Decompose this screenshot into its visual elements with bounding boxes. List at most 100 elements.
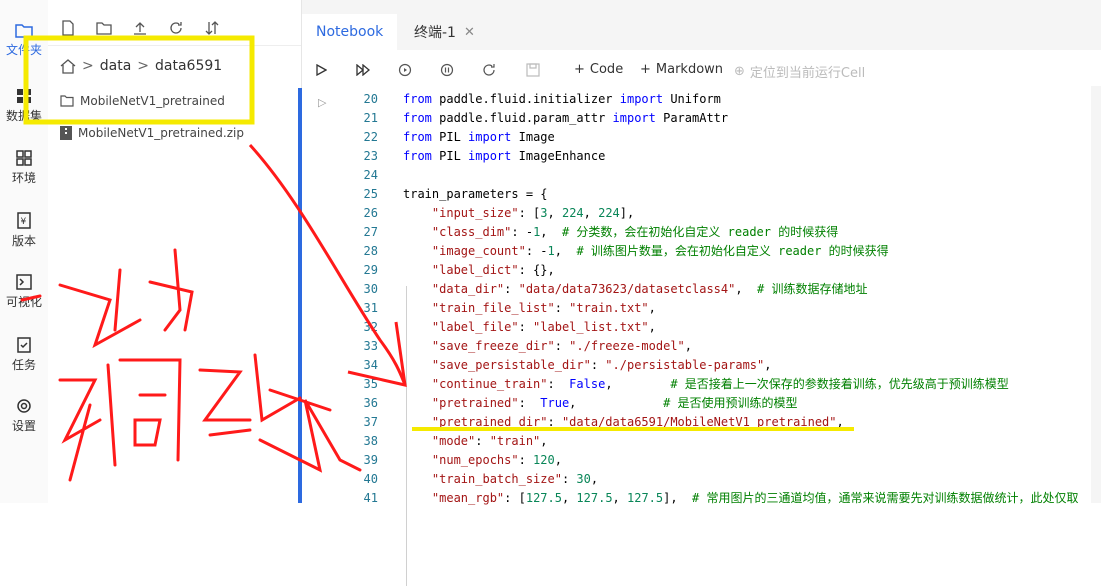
nav-label: 设置 (11, 419, 36, 433)
breadcrumb-separator: > (82, 58, 94, 74)
code-text: train_parameters = { (403, 187, 548, 201)
line-number: 37 (363, 415, 378, 429)
panel-splitter[interactable] (298, 88, 302, 503)
breadcrumb-data6591[interactable]: data6591 (155, 58, 222, 74)
plus-icon: + (640, 62, 651, 77)
line-number: 36 (363, 396, 378, 410)
nav-item-files[interactable]: 文件夹 (0, 22, 48, 58)
restart-run-icon[interactable] (398, 63, 412, 77)
terminal-icon (16, 274, 32, 290)
nav-label: 环境 (11, 171, 36, 185)
nav-label: 可视化 (5, 295, 42, 309)
target-icon: ⊕ (734, 64, 745, 79)
code-text: from PIL import Image (403, 130, 555, 144)
locate-cell-button[interactable]: ⊕ 定位到当前运行Cell (734, 62, 865, 81)
file-name: MobileNetV1_pretrained.zip (78, 126, 244, 140)
code-text: from paddle.fluid.initializer import Uni… (403, 92, 721, 106)
nav-item-version[interactable]: ¥ 版本 (0, 212, 48, 249)
markdown-button-label: Markdown (655, 62, 724, 77)
run-all-icon[interactable] (356, 64, 370, 76)
code-editor[interactable]: 20 from paddle.fluid.initializer import U… (340, 86, 1101, 586)
tab-terminal[interactable]: 终端-1 ✕ (400, 14, 489, 50)
dataset-icon (17, 89, 31, 103)
add-code-button[interactable]: + Code (574, 62, 623, 77)
line-number: 23 (363, 149, 378, 163)
line-number: 41 (363, 491, 378, 505)
code-text: "pretrained": True, # 是否使用预训练的模型 (403, 396, 798, 410)
line-number: 32 (363, 320, 378, 334)
line-number: 25 (363, 187, 378, 201)
nav-label: 版本 (11, 234, 36, 248)
editor-scrollbar[interactable] (1091, 86, 1101, 503)
code-button-label: Code (589, 62, 624, 77)
refresh-icon[interactable] (168, 20, 184, 36)
nav-item-settings[interactable]: 设置 (0, 398, 48, 434)
add-markdown-button[interactable]: + Markdown (640, 62, 723, 77)
new-folder-icon[interactable] (96, 20, 112, 36)
tab-notebook[interactable]: Notebook (302, 14, 398, 50)
folder-icon (60, 95, 74, 107)
sort-icon[interactable] (204, 20, 220, 36)
code-text: "save_persistable_dir": "./persistable-p… (403, 358, 772, 372)
code-text: "label_dict": {}, (403, 263, 555, 277)
task-icon (17, 337, 31, 353)
list-item[interactable]: MobileNetV1_pretrained (60, 94, 225, 108)
code-text: "label_file": "label_list.txt", (403, 320, 656, 334)
line-number: 39 (363, 453, 378, 467)
nav-item-task[interactable]: 任务 (0, 336, 48, 373)
tab-label: Notebook (316, 24, 384, 40)
line-number: 27 (363, 225, 378, 239)
nav-item-env[interactable]: 环境 (0, 150, 48, 186)
code-text: "image_count": -1, # 训练图片数量，会在初始化自定义 rea… (403, 244, 889, 258)
nav-label: 文件夹 (5, 43, 42, 57)
nav-label: 任务 (11, 358, 36, 372)
list-item[interactable]: MobileNetV1_pretrained.zip (60, 126, 244, 140)
svg-text:¥: ¥ (21, 217, 27, 227)
line-number: 38 (363, 434, 378, 448)
line-number: 20 (363, 92, 378, 106)
line-number: 28 (363, 244, 378, 258)
line-number: 40 (363, 472, 378, 486)
code-text: "mode": "train", (403, 434, 548, 448)
code-text: from PIL import ImageEnhance (403, 149, 606, 163)
nav-item-visual[interactable]: 可视化 (0, 274, 48, 310)
line-number: 29 (363, 263, 378, 277)
upload-icon[interactable] (132, 20, 148, 36)
breadcrumb-separator: > (137, 58, 150, 74)
code-text: "num_epochs": 120, (403, 453, 562, 467)
editor-tabs: Notebook 终端-1 ✕ (302, 0, 1101, 51)
pause-icon[interactable] (440, 63, 454, 77)
code-text: "continue_train": False, # 是否接着上一次保存的参数接… (403, 377, 1009, 391)
new-file-icon[interactable] (60, 20, 76, 36)
close-icon[interactable]: ✕ (464, 25, 475, 40)
code-text: "save_freeze_dir": "./freeze-model", (403, 339, 692, 353)
line-number: 30 (363, 282, 378, 296)
run-icon[interactable] (316, 64, 327, 76)
tab-label: 终端-1 (414, 25, 456, 41)
line-number: 22 (363, 130, 378, 144)
locate-button-label: 定位到当前运行Cell (749, 66, 866, 81)
code-text: "mean_rgb": [127.5, 127.5, 127.5], # 常用图… (403, 491, 1079, 505)
plus-icon: + (574, 62, 585, 77)
breadcrumb: > data > data6591 (60, 58, 222, 74)
restart-icon[interactable] (482, 63, 496, 77)
grid-icon (16, 150, 32, 166)
nav-item-dataset[interactable]: 数据集 (0, 88, 48, 124)
folder-icon (15, 24, 33, 38)
code-text: "train_batch_size": 30, (403, 472, 599, 486)
code-text: "train_file_list": "train.txt", (403, 301, 656, 315)
notebook-toolbar: + Code + Markdown ⊕ 定位到当前运行Cell (302, 50, 1101, 90)
code-text: "class_dim": -1, # 分类数，会在初始化自定义 reader 的… (403, 225, 839, 239)
breadcrumb-data[interactable]: data (100, 58, 132, 74)
file-toolbar (48, 0, 301, 46)
line-number: 33 (363, 339, 378, 353)
save-icon[interactable] (526, 63, 540, 77)
code-text: "pretrained_dir": "data/data6591/MobileN… (403, 415, 844, 429)
left-nav: 文件夹 数据集 环境 ¥ 版本 可视化 任务 设置 (0, 0, 49, 503)
cell-collapse-icon[interactable]: ▷ (318, 96, 326, 109)
line-number: 35 (363, 377, 378, 391)
home-icon[interactable] (60, 58, 76, 74)
code-text: "input_size": [3, 224, 224], (403, 206, 635, 220)
line-number: 24 (363, 168, 378, 182)
gear-icon (17, 399, 31, 413)
